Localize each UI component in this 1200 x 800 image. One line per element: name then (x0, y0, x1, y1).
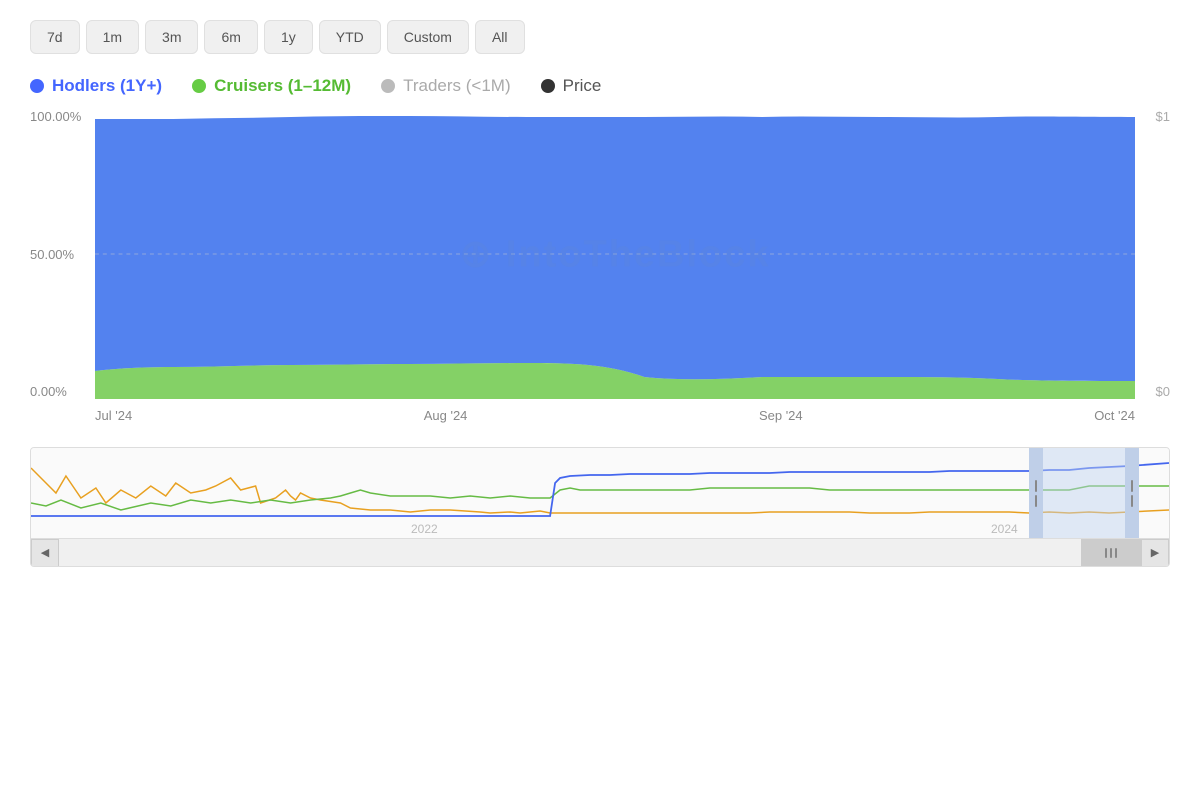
x-label-sep: Sep '24 (759, 408, 803, 423)
mini-chart-svg (31, 448, 1169, 533)
chart-svg (95, 109, 1135, 399)
handle-lines-right (1131, 480, 1133, 507)
scroll-left-btn[interactable]: ◀ (31, 539, 59, 567)
y-label-0: 0.00% (30, 384, 67, 399)
x-label-aug: Aug '24 (424, 408, 468, 423)
filter-7d[interactable]: 7d (30, 20, 80, 54)
x-label-oct: Oct '24 (1094, 408, 1135, 423)
handle-line (1131, 495, 1133, 507)
scroll-track[interactable] (59, 539, 1141, 567)
scroll-thumb-line (1110, 548, 1112, 558)
filter-custom[interactable]: Custom (387, 20, 469, 54)
traders-dot (381, 79, 395, 93)
time-filter-bar: 7d 1m 3m 6m 1y YTD Custom All (0, 0, 1200, 64)
filter-ytd[interactable]: YTD (319, 20, 381, 54)
filter-1y[interactable]: 1y (264, 20, 313, 54)
legend-hodlers[interactable]: Hodlers (1Y+) (30, 76, 162, 96)
mini-scrollbar: ◀ ▶ (31, 538, 1169, 566)
filter-1m[interactable]: 1m (86, 20, 139, 54)
filter-all[interactable]: All (475, 20, 525, 54)
scroll-thumb-line (1105, 548, 1107, 558)
y-axis-left: 100.00% 50.00% 0.00% (30, 109, 95, 399)
y-label-100: 100.00% (30, 109, 81, 124)
x-axis: Jul '24 Aug '24 Sep '24 Oct '24 (95, 401, 1135, 429)
x-label-jul: Jul '24 (95, 408, 132, 423)
nav-handle-right[interactable] (1125, 448, 1139, 538)
price-dot (541, 79, 555, 93)
price-label: Price (563, 76, 602, 96)
mini-chart: 2022 2024 ◀ (30, 447, 1170, 567)
handle-lines-left (1035, 480, 1037, 507)
legend-price[interactable]: Price (541, 76, 602, 96)
legend-cruisers[interactable]: Cruisers (1–12M) (192, 76, 351, 96)
y-right-0: $0 (1156, 384, 1170, 399)
cruisers-dot (192, 79, 206, 93)
y-right-1: $1 (1156, 109, 1170, 124)
legend-traders[interactable]: Traders (<1M) (381, 76, 511, 96)
traders-label: Traders (<1M) (403, 76, 511, 96)
chart-area: ⊕ IntoTheBlock (95, 109, 1135, 399)
filter-6m[interactable]: 6m (204, 20, 257, 54)
hodlers-label: Hodlers (1Y+) (52, 76, 162, 96)
handle-line (1035, 480, 1037, 492)
main-chart: 100.00% 50.00% 0.00% $1 $0 ⊕ IntoTheBloc… (30, 109, 1170, 429)
y-axis-right: $1 $0 (1135, 109, 1170, 399)
handle-line (1131, 480, 1133, 492)
filter-3m[interactable]: 3m (145, 20, 198, 54)
nav-handle-left[interactable] (1029, 448, 1043, 538)
cruisers-label: Cruisers (1–12M) (214, 76, 351, 96)
scroll-right-btn[interactable]: ▶ (1141, 539, 1169, 567)
scroll-thumb[interactable] (1081, 539, 1141, 567)
hodlers-dot (30, 79, 44, 93)
scroll-thumb-lines (1105, 548, 1117, 558)
mini-navigator[interactable] (1029, 448, 1139, 538)
y-label-50: 50.00% (30, 247, 74, 262)
handle-line (1035, 495, 1037, 507)
scroll-thumb-line (1115, 548, 1117, 558)
chart-legend: Hodlers (1Y+) Cruisers (1–12M) Traders (… (0, 64, 1200, 104)
